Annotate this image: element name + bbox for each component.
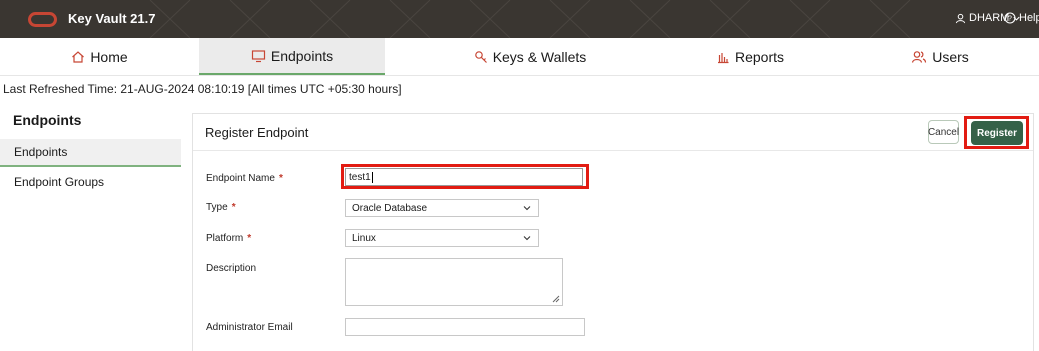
region-title: Register Endpoint xyxy=(205,125,309,140)
endpoint-name-value: test1 xyxy=(349,171,371,183)
sidebar-item-endpoints[interactable]: Endpoints xyxy=(0,139,181,167)
tab-keys-wallets-label: Keys & Wallets xyxy=(492,48,587,65)
app-title[interactable]: Key Vault 21.7 xyxy=(68,11,155,26)
description-textarea[interactable] xyxy=(345,258,563,306)
required-marker: * xyxy=(247,233,252,244)
bar-chart-icon xyxy=(716,50,730,64)
tab-keys-wallets[interactable]: Keys & Wallets xyxy=(440,38,620,75)
cancel-button[interactable]: Cancel xyxy=(928,120,959,144)
tab-home[interactable]: Home xyxy=(0,38,199,75)
chevron-down-icon xyxy=(523,206,531,211)
tab-users-label: Users xyxy=(932,48,969,65)
tab-home-label: Home xyxy=(90,48,128,65)
main-nav: Home Endpoints Keys & Wallets Reports Us… xyxy=(0,38,1039,76)
admin-email-label: Administrator Email xyxy=(206,322,293,333)
top-banner: Key Vault 21.7 DHARM ? Help xyxy=(0,0,1039,38)
banner-pattern xyxy=(149,0,911,38)
monitor-icon xyxy=(251,49,266,63)
platform-label: Platform * xyxy=(206,233,251,244)
platform-select-value: Linux xyxy=(352,232,376,244)
help-icon: ? xyxy=(1004,12,1016,24)
svg-text:?: ? xyxy=(1008,16,1012,23)
home-icon xyxy=(71,50,85,64)
register-button[interactable]: Register xyxy=(971,121,1023,145)
tab-endpoints[interactable]: Endpoints xyxy=(199,38,385,75)
text-cursor xyxy=(371,171,373,183)
tab-reports[interactable]: Reports xyxy=(660,38,840,75)
sidebar-item-label: Endpoints xyxy=(14,145,68,159)
chevron-down-icon xyxy=(523,236,531,241)
tab-endpoints-label: Endpoints xyxy=(270,47,334,64)
help-link[interactable]: ? Help xyxy=(1004,12,1039,24)
sidebar-title: Endpoints xyxy=(13,112,82,128)
oracle-logo-icon[interactable] xyxy=(28,12,57,27)
type-select-value: Oracle Database xyxy=(352,202,428,214)
description-label: Description xyxy=(206,263,257,274)
register-endpoint-region: Register Endpoint Cancel Register Endpoi… xyxy=(192,113,1034,351)
sidebar-item-endpoint-groups[interactable]: Endpoint Groups xyxy=(0,168,181,196)
users-icon xyxy=(911,50,927,64)
type-label-text: Type xyxy=(206,202,228,213)
sidebar-item-label: Endpoint Groups xyxy=(14,175,105,189)
tab-users[interactable]: Users xyxy=(860,38,1020,75)
platform-select[interactable]: Linux xyxy=(345,229,539,247)
help-label: Help xyxy=(1019,12,1039,24)
resize-handle-icon[interactable] xyxy=(552,295,560,303)
required-marker: * xyxy=(231,202,236,213)
tab-reports-label: Reports xyxy=(734,48,785,65)
key-icon xyxy=(474,50,488,64)
user-icon xyxy=(955,13,966,23)
admin-email-field[interactable] xyxy=(345,318,585,336)
endpoint-name-label-text: Endpoint Name xyxy=(206,173,275,184)
required-marker: * xyxy=(278,173,283,184)
endpoint-name-field[interactable]: test1 xyxy=(345,168,583,186)
endpoint-name-label: Endpoint Name * xyxy=(206,173,283,184)
type-label: Type * xyxy=(206,202,236,213)
type-select[interactable]: Oracle Database xyxy=(345,199,539,217)
region-header: Register Endpoint Cancel Register xyxy=(193,114,1033,151)
last-refreshed-text: Last Refreshed Time: 21-AUG-2024 08:10:1… xyxy=(3,82,402,96)
platform-label-text: Platform xyxy=(206,233,244,244)
